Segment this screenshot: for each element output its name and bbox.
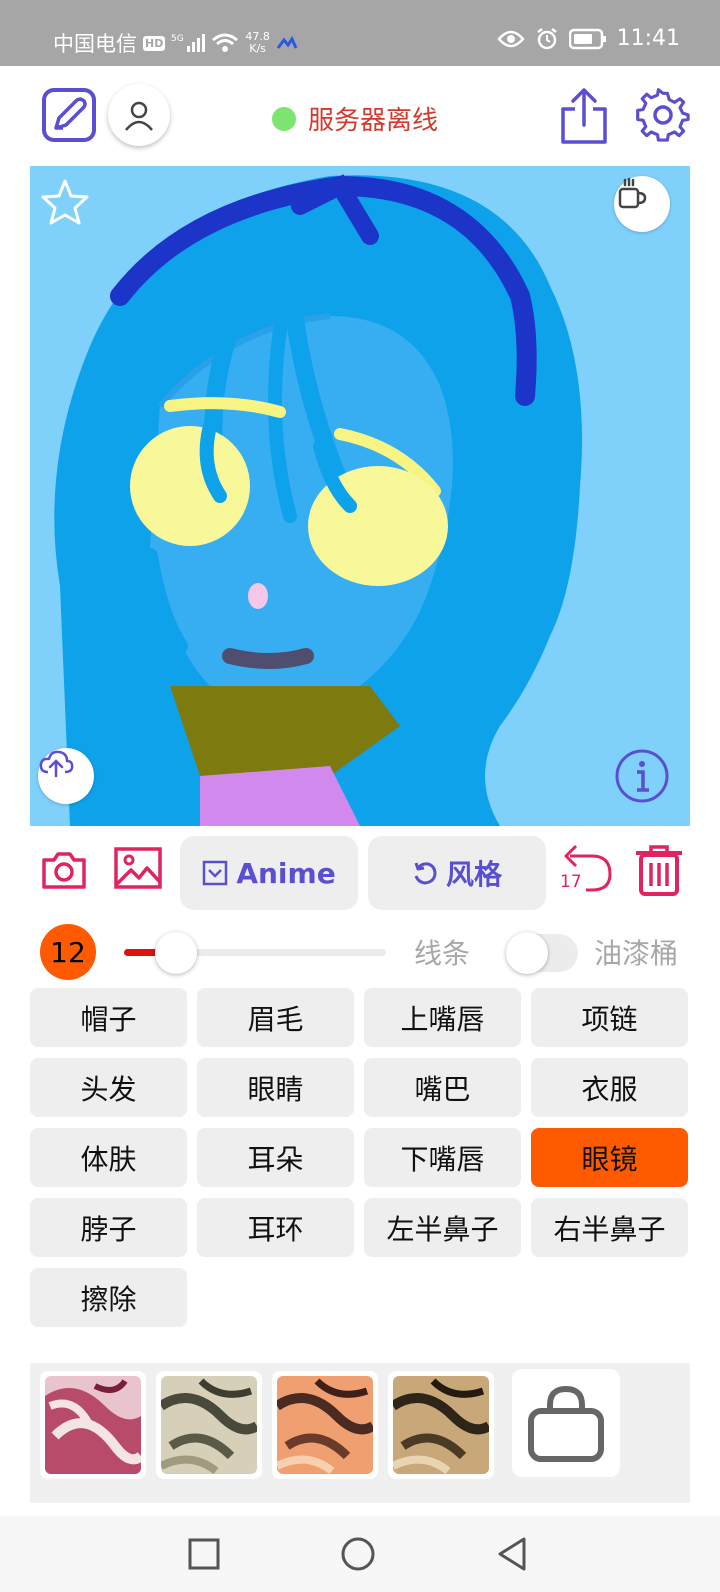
part-button-earrings[interactable]: 耳环 xyxy=(197,1198,354,1257)
settings-button[interactable] xyxy=(634,86,692,144)
alarm-icon xyxy=(536,27,557,49)
part-button-necklace[interactable]: 项链 xyxy=(531,988,688,1047)
data-saver-icon xyxy=(276,36,298,49)
undo-button[interactable]: 17 xyxy=(556,840,614,900)
net-speed: 47.8 K/s xyxy=(245,31,270,55)
net-speed-unit: K/s xyxy=(249,42,266,55)
coffee-cup-icon xyxy=(618,177,647,209)
upload-button[interactable] xyxy=(38,748,94,804)
system-nav-bar xyxy=(0,1516,720,1592)
drawing-canvas[interactable] xyxy=(30,166,690,826)
star-icon xyxy=(41,179,89,225)
gear-icon xyxy=(636,88,690,142)
style-thumbnail[interactable] xyxy=(40,1371,146,1479)
part-button-eyebrow[interactable]: 眉毛 xyxy=(197,988,354,1047)
bucket-mode-label: 油漆桶 xyxy=(594,937,679,970)
server-status-label: 服务器离线 xyxy=(308,106,439,136)
part-button-neck[interactable]: 脖子 xyxy=(30,1198,187,1257)
coffee-button[interactable] xyxy=(614,176,670,232)
style-preview-sepia xyxy=(161,1376,257,1474)
part-grid: 帽子 眉毛 上嘴唇 项链 头发 眼睛 嘴巴 衣服 体肤 耳朵 下嘴唇 眼镜 脖子… xyxy=(30,988,690,1327)
part-button-hair[interactable]: 头发 xyxy=(30,1058,187,1117)
home-button[interactable] xyxy=(338,1534,378,1574)
toggle-knob xyxy=(506,932,548,974)
status-right: 11:41 xyxy=(496,26,680,51)
profile-button[interactable] xyxy=(108,84,170,146)
wifi-icon xyxy=(212,33,239,52)
recents-button[interactable] xyxy=(186,1536,222,1572)
style-thumbnail[interactable] xyxy=(272,1371,378,1479)
edit-pen-icon xyxy=(42,88,96,142)
gallery-button[interactable] xyxy=(112,844,164,892)
camera-button[interactable] xyxy=(40,846,88,894)
eye-icon xyxy=(496,30,525,47)
style-button[interactable]: 风格 xyxy=(368,836,546,910)
undo-count: 17 xyxy=(560,872,582,892)
server-status: 服务器离线 xyxy=(272,100,438,137)
trash-icon xyxy=(636,845,682,896)
part-button-glasses[interactable]: 眼镜 xyxy=(531,1128,688,1187)
part-button-mouth[interactable]: 嘴巴 xyxy=(364,1058,521,1117)
style-preview-brown xyxy=(393,1376,489,1474)
style-preview-pink xyxy=(45,1376,141,1474)
hd-badge: HD xyxy=(143,35,166,51)
back-triangle-icon xyxy=(498,1537,526,1571)
svg-text:5G: 5G xyxy=(171,34,184,44)
style-preview-orange xyxy=(277,1376,373,1474)
part-button-clothes[interactable]: 衣服 xyxy=(531,1058,688,1117)
bucket-toggle[interactable] xyxy=(506,932,578,974)
draw-mode-button[interactable] xyxy=(40,86,98,144)
part-button-lower-lip[interactable]: 下嘴唇 xyxy=(364,1128,521,1187)
square-icon xyxy=(188,1538,220,1570)
brush-row: 12 线条 油漆桶 xyxy=(0,920,720,984)
slider-thumb[interactable] xyxy=(155,932,198,974)
part-button-eyes[interactable]: 眼睛 xyxy=(197,1058,354,1117)
shopping-bag-icon xyxy=(528,1385,604,1462)
dropdown-box-icon xyxy=(203,860,228,886)
part-button-ears[interactable]: 耳朵 xyxy=(197,1128,354,1187)
part-button-right-nose[interactable]: 右半鼻子 xyxy=(531,1198,688,1257)
model-label: Anime xyxy=(236,856,336,890)
share-button[interactable] xyxy=(558,86,610,146)
carrier-name: 中国电信 xyxy=(53,32,137,56)
part-button-erase[interactable]: 擦除 xyxy=(30,1268,187,1327)
image-icon xyxy=(114,847,162,889)
style-thumbnail[interactable] xyxy=(156,1371,262,1479)
brush-size-badge: 12 xyxy=(40,924,96,980)
part-button-skin[interactable]: 体肤 xyxy=(30,1128,187,1187)
status-dot xyxy=(272,106,296,131)
part-button-upper-lip[interactable]: 上嘴唇 xyxy=(364,988,521,1047)
model-select-button[interactable]: Anime xyxy=(180,836,358,910)
status-bar: 中国电信 HD 5G 47.8 K/s 11:41 xyxy=(0,0,720,66)
signal-icon: 5G xyxy=(171,34,206,52)
style-thumbnail[interactable] xyxy=(388,1371,494,1479)
delete-button[interactable] xyxy=(632,842,686,898)
part-button-hat[interactable]: 帽子 xyxy=(30,988,187,1047)
battery-icon xyxy=(568,28,606,49)
share-icon xyxy=(561,88,607,144)
line-mode-label: 线条 xyxy=(414,937,471,970)
user-icon xyxy=(125,101,153,131)
style-label: 风格 xyxy=(445,858,502,891)
clock: 11:41 xyxy=(616,26,680,51)
camera-icon xyxy=(42,852,86,889)
info-icon xyxy=(615,749,669,803)
style-store-button[interactable] xyxy=(512,1369,620,1477)
cloud-upload-icon xyxy=(39,750,74,778)
refresh-icon xyxy=(414,862,437,885)
circle-icon xyxy=(341,1537,375,1571)
back-button[interactable] xyxy=(494,1534,530,1574)
controls-row: Anime 风格 17 xyxy=(0,836,720,916)
status-left: 中国电信 HD 5G 47.8 K/s xyxy=(53,28,298,58)
sketch-drawing xyxy=(54,174,583,826)
part-button-left-nose[interactable]: 左半鼻子 xyxy=(364,1198,521,1257)
style-thumbnails xyxy=(30,1363,690,1503)
